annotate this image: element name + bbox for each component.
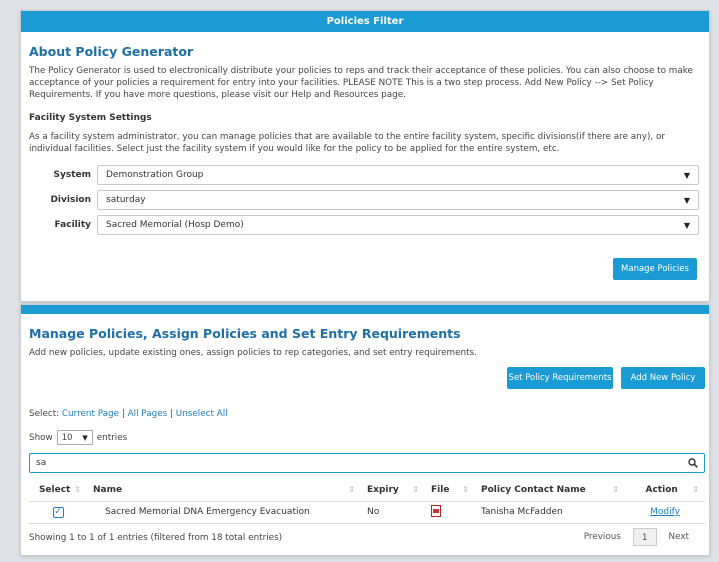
col-file[interactable]: File ⇕ xyxy=(425,479,475,502)
sort-icon: ⇕ xyxy=(74,484,81,494)
caret-down-icon: ▼ xyxy=(82,433,88,442)
caret-down-icon: ▼ xyxy=(683,195,690,205)
settings-title: Facility System Settings xyxy=(29,113,152,123)
facility-select[interactable]: Sacred Memorial (Hosp Demo) ▼ xyxy=(97,215,699,235)
sort-icon: ⇕ xyxy=(412,484,419,494)
sort-icon: ⇕ xyxy=(692,484,699,494)
facility-row: Facility Sacred Memorial (Hosp Demo) ▼ xyxy=(29,215,699,235)
about-text: The Policy Generator is used to electron… xyxy=(29,66,693,100)
entries-label: entries xyxy=(96,432,128,443)
page-length-value: 10 xyxy=(61,432,73,443)
row-select-checkbox[interactable]: ✓ xyxy=(52,506,64,518)
set-policy-requirements-button[interactable]: Set Policy Requirements xyxy=(507,367,613,389)
system-select-value: Demonstration Group xyxy=(106,170,204,180)
search-input-value: sa xyxy=(36,458,47,468)
caret-down-icon: ▼ xyxy=(683,220,690,230)
policy-name: Sacred Memorial DNA Emergency Evacuation xyxy=(87,501,361,524)
col-select[interactable]: Select ⇕ xyxy=(29,479,87,502)
table-header-row: Select ⇕ Name ⇕ Expiry ⇕ File ⇕ Policy Conta… xyxy=(29,479,705,502)
select-current-page-link[interactable]: Current Page xyxy=(62,409,119,419)
division-select-value: saturday xyxy=(106,195,146,205)
col-contact[interactable]: Policy Contact Name ⇕ xyxy=(475,479,625,502)
add-new-policy-button[interactable]: Add New Policy xyxy=(621,367,705,389)
col-action[interactable]: Action ⇕ xyxy=(625,479,705,502)
select-links: Select: Current Page | All Pages | Unsel… xyxy=(29,409,228,419)
page-length-select[interactable]: 10 ▼ xyxy=(56,430,93,445)
manage-subtitle: Add new policies, update existing ones, … xyxy=(29,348,477,358)
facility-select-value: Sacred Memorial (Hosp Demo) xyxy=(106,220,244,230)
table-info: Showing 1 to 1 of 1 entries (filtered fr… xyxy=(29,533,283,543)
pdf-file-icon[interactable] xyxy=(431,504,441,517)
show-label: Show xyxy=(29,432,53,443)
sort-icon: ⇕ xyxy=(348,484,355,494)
policy-expiry: No xyxy=(361,501,425,524)
system-select[interactable]: Demonstration Group ▼ xyxy=(97,165,699,185)
search-icon xyxy=(688,458,698,468)
search-input[interactable]: sa xyxy=(29,453,705,473)
separator: | xyxy=(121,409,125,419)
about-title: About Policy Generator xyxy=(29,44,194,59)
division-label: Division xyxy=(50,195,91,205)
table-row: ✓ Sacred Memorial DNA Emergency Evacuati… xyxy=(29,501,705,524)
select-all-pages-link[interactable]: All Pages xyxy=(128,409,168,419)
manage-policies-button[interactable]: Manage Policies xyxy=(613,258,697,280)
manage-title: Manage Policies, Assign Policies and Set… xyxy=(29,326,461,341)
system-label: System xyxy=(53,170,92,180)
unselect-all-link[interactable]: Unselect All xyxy=(176,409,228,419)
division-row: Division saturday ▼ xyxy=(29,190,699,210)
page-length-control: Show 10 ▼ entries xyxy=(29,430,127,445)
policies-table: Select ⇕ Name ⇕ Expiry ⇕ File ⇕ Policy Conta… xyxy=(29,479,705,524)
manage-policies-panel: Manage Policies, Assign Policies and Set… xyxy=(20,304,710,556)
separator: | xyxy=(170,409,173,419)
sort-icon: ⇕ xyxy=(462,484,469,494)
policy-contact: Tanisha McFadden xyxy=(475,501,625,524)
page-1-button[interactable]: 1 xyxy=(632,528,657,546)
previous-page-button[interactable]: Previous xyxy=(576,528,629,546)
select-label: Select: xyxy=(29,409,60,419)
modify-link[interactable]: Modify xyxy=(650,507,680,517)
next-page-button[interactable]: Next xyxy=(661,528,698,546)
settings-text: As a facility system administrator, you … xyxy=(29,132,665,154)
caret-down-icon: ▼ xyxy=(683,170,690,180)
sort-icon: ⇕ xyxy=(612,484,619,494)
system-row: System Demonstration Group ▼ xyxy=(29,165,699,185)
col-name[interactable]: Name ⇕ xyxy=(87,479,361,502)
division-select[interactable]: saturday ▼ xyxy=(97,190,699,210)
policies-filter-panel: Policies Filter About Policy Generator T… xyxy=(20,10,710,302)
policies-filter-header: Policies Filter xyxy=(21,11,709,32)
manage-panel-header-strip xyxy=(21,305,709,314)
pagination: Previous 1 Next xyxy=(576,528,697,546)
facility-label: Facility xyxy=(54,220,91,230)
col-expiry[interactable]: Expiry ⇕ xyxy=(361,479,425,502)
